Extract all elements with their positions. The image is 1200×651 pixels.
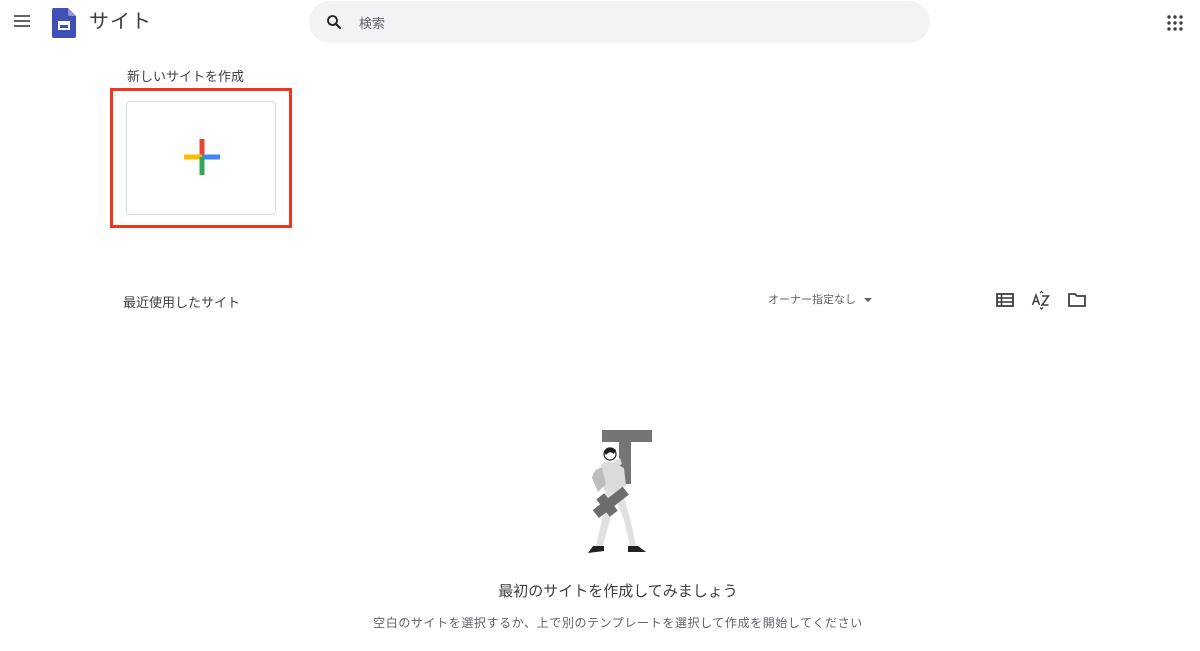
new-site-heading: 新しいサイトを作成 <box>127 69 245 84</box>
owner-filter-dropdown[interactable]: オーナー指定なし <box>768 290 872 310</box>
main-menu-button[interactable] <box>11 12 33 32</box>
colored-plus-icon <box>184 139 220 175</box>
hamburger-menu-icon <box>14 15 30 17</box>
top-bar: サイト <box>0 0 1200 44</box>
blank-site-button[interactable] <box>126 101 276 215</box>
empty-state-title: 最初のサイトを作成してみましょう <box>498 583 738 600</box>
empty-state-subtitle: 空白のサイトを選択するか、上で別のテンプレートを選択して作成を開始してください <box>373 616 863 630</box>
folder-icon[interactable] <box>1067 290 1087 310</box>
apps-grid-icon[interactable] <box>1166 14 1184 32</box>
list-view-icon[interactable] <box>995 290 1015 310</box>
caret-down-icon <box>864 298 872 303</box>
sort-az-icon[interactable] <box>1031 290 1051 310</box>
owner-filter-label: オーナー指定なし <box>768 294 856 306</box>
empty-state-illustration <box>588 430 652 553</box>
app-title: サイト <box>89 11 152 33</box>
google-sites-logo-icon[interactable] <box>52 8 76 38</box>
search-icon[interactable] <box>325 13 343 31</box>
recent-sites-heading: 最近使用したサイト <box>123 295 241 310</box>
search-input[interactable] <box>357 8 901 38</box>
search-box[interactable] <box>309 1 930 43</box>
